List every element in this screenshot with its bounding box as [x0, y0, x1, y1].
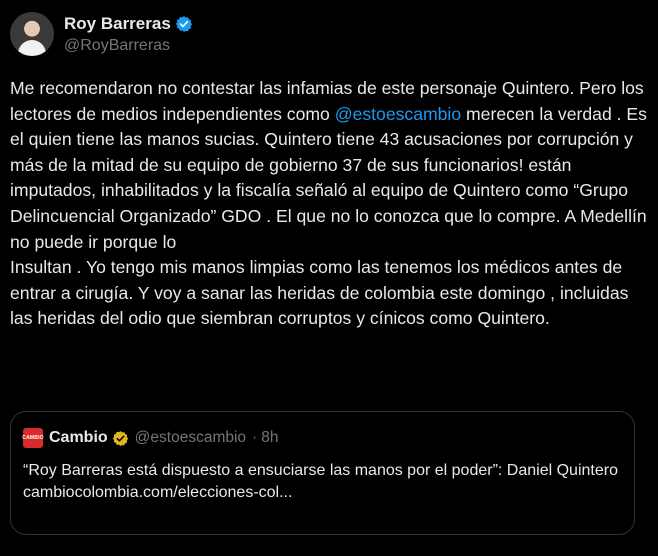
- avatar[interactable]: [10, 12, 54, 56]
- cambio-logo-avatar[interactable]: CAMBIO: [22, 428, 44, 448]
- quoted-link[interactable]: cambiocolombia.com/elecciones-col...: [23, 482, 623, 504]
- tweet-header: Roy Barreras @RoyBarreras: [10, 12, 193, 56]
- author-display-name[interactable]: Roy Barreras: [64, 14, 171, 34]
- author-name-row: Roy Barreras: [64, 14, 193, 34]
- gold-verified-badge-icon: [112, 430, 128, 446]
- tweet-text: Me recomendaron no contestar las infamia…: [10, 76, 650, 332]
- mention-link[interactable]: @estoescambio: [335, 104, 461, 124]
- verified-badge-icon: [175, 15, 192, 32]
- tweet-paragraph-2: Insultan . Yo tengo mis manos limpias co…: [10, 257, 629, 329]
- quoted-timestamp[interactable]: 8h: [261, 429, 278, 447]
- quoted-handle[interactable]: @estoescambio: [135, 429, 246, 447]
- quoted-headline: “Roy Barreras está dispuesto a ensuciars…: [23, 462, 618, 479]
- author-names: Roy Barreras @RoyBarreras: [64, 14, 193, 55]
- quoted-tweet-card[interactable]: CAMBIO Cambio @estoescambio · 8h “Roy Ba…: [10, 411, 635, 535]
- meta-separator: ·: [252, 429, 258, 446]
- quoted-tweet-text: “Roy Barreras está dispuesto a ensuciars…: [23, 460, 623, 503]
- quoted-display-name[interactable]: Cambio: [49, 429, 108, 447]
- tweet-paragraph-1: Me recomendaron no contestar las infamia…: [10, 76, 650, 255]
- quoted-tweet-header: CAMBIO Cambio @estoescambio · 8h: [22, 428, 278, 448]
- author-handle[interactable]: @RoyBarreras: [64, 37, 193, 55]
- tweet-text-after-mention: merecen la verdad . Es el quien tiene la…: [10, 103, 647, 252]
